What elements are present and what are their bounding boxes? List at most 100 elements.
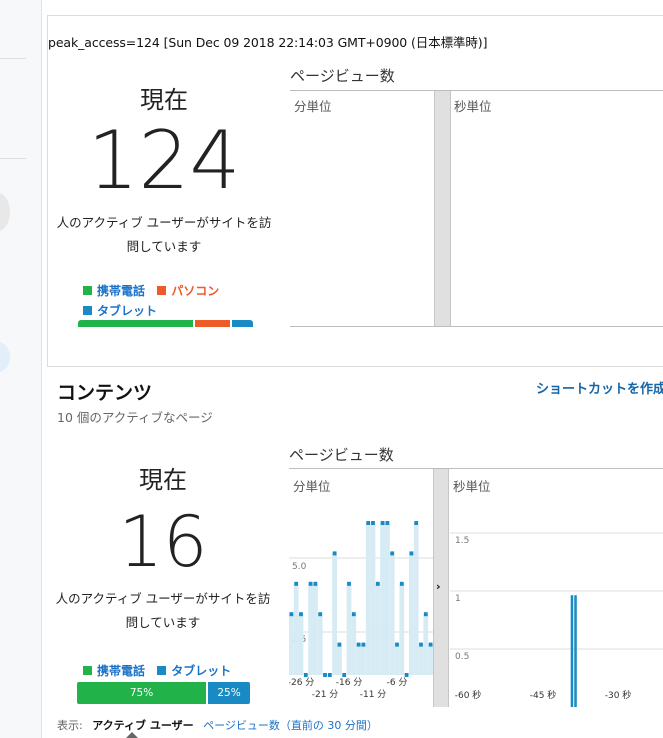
legend-swatch xyxy=(83,286,92,295)
minute-bar[interactable] xyxy=(303,673,308,677)
legend-label: 携帯電話 xyxy=(97,284,146,298)
legend-label: 携帯電話 xyxy=(97,664,146,678)
minute-bar-fill xyxy=(361,644,366,675)
legend-item-tablet[interactable]: タブレット xyxy=(157,662,231,679)
peak-access-text: peak_access=124 [Sun Dec 09 2018 22:14:0… xyxy=(48,35,488,50)
active-user-count: 124 xyxy=(87,114,241,207)
legend-swatch xyxy=(157,286,167,295)
y-tick-label: 1.5 xyxy=(455,536,469,546)
legend-item-desktop[interactable]: パソコン xyxy=(157,282,219,299)
minute-bar-fill xyxy=(409,553,414,675)
second-bar[interactable] xyxy=(570,595,574,707)
chart-baseline xyxy=(290,326,663,327)
minute-bar[interactable] xyxy=(356,642,361,647)
minute-bar[interactable] xyxy=(351,612,356,617)
overview-panel: peak_access=124 [Sun Dec 09 2018 22:14:0… xyxy=(47,15,663,367)
rail-nav-icon[interactable] xyxy=(0,193,10,231)
minute-bar-fill xyxy=(375,583,381,675)
minute-bar-fill xyxy=(365,523,371,675)
minute-bar-fill xyxy=(308,583,313,675)
minute-bar[interactable] xyxy=(423,612,428,617)
minute-bar[interactable] xyxy=(323,673,327,677)
minute-bar[interactable] xyxy=(428,642,433,647)
view-switcher: 表示: アクティブ ユーザー ページビュー数（直前の 30 分間） xyxy=(57,717,378,733)
share-segment-mobile: 75% xyxy=(77,682,206,704)
minute-bar[interactable] xyxy=(332,551,337,556)
x-tick-label: -45 秒 xyxy=(530,689,557,701)
minute-bar[interactable] xyxy=(361,642,366,647)
minute-bar-fill xyxy=(413,523,419,675)
share-segment-mobile xyxy=(78,320,193,327)
second-bar[interactable] xyxy=(574,595,577,707)
active-user-count: 16 xyxy=(118,501,208,583)
create-shortcut-link[interactable]: ショートカットを作成 xyxy=(536,378,663,397)
chevron-right-icon[interactable]: › xyxy=(436,580,441,593)
minute-bar[interactable] xyxy=(294,581,299,586)
minute-bar[interactable] xyxy=(289,612,294,617)
legend-item-mobile[interactable]: 携帯電話 xyxy=(83,282,145,299)
minute-bar-fill xyxy=(423,614,429,675)
minute-bar-fill xyxy=(313,583,318,675)
per-minute-label: 分単位 xyxy=(294,99,332,114)
content-pageview-chart-title: ページビュー数 xyxy=(289,446,394,464)
minute-bar-fill xyxy=(317,614,323,675)
minute-bar-fill xyxy=(289,614,294,675)
view-pageviews-link[interactable]: ページビュー数（直前の 30 分間） xyxy=(203,719,378,732)
minute-bar[interactable] xyxy=(366,521,371,525)
minute-bar[interactable] xyxy=(414,521,419,525)
legend-item-mobile[interactable]: 携帯電話 xyxy=(83,662,145,679)
legend-item-tablet[interactable]: タブレット xyxy=(83,302,157,319)
now-label: 現在 xyxy=(139,466,187,494)
view-active-users[interactable]: アクティブ ユーザー xyxy=(92,719,193,732)
minute-bar[interactable] xyxy=(308,581,313,586)
minute-bar[interactable] xyxy=(318,612,323,617)
minute-bar-fill xyxy=(356,644,361,675)
x-tick-label: -30 秒 xyxy=(605,689,632,701)
minute-bar[interactable] xyxy=(342,673,347,677)
minute-bar-fill xyxy=(380,523,385,675)
content-section-subtitle: 10 個のアクティブなページ xyxy=(57,410,213,425)
minute-bar[interactable] xyxy=(404,673,409,677)
device-legend: 携帯電話 パソコン タブレット xyxy=(83,282,263,319)
description-line: 人のアクティブ ユーザーがサイトを訪 xyxy=(56,215,272,230)
minute-bar[interactable] xyxy=(419,642,423,647)
share-segment-tablet: 25% xyxy=(208,682,250,704)
minute-bar[interactable] xyxy=(347,581,351,586)
rail-divider xyxy=(0,158,26,159)
content-device-share-bar: 75% 25% xyxy=(77,682,250,704)
minute-bar[interactable] xyxy=(299,612,303,617)
legend-swatch xyxy=(157,666,167,675)
minute-bar[interactable] xyxy=(385,521,390,525)
minute-bar[interactable] xyxy=(371,521,375,525)
x-tick-label: -60 秒 xyxy=(455,689,482,701)
minute-bar-fill xyxy=(394,644,400,675)
minute-bar[interactable] xyxy=(313,581,318,586)
minute-bar-fill xyxy=(418,644,424,675)
minute-bar-fill xyxy=(298,614,304,675)
rail-divider xyxy=(0,58,26,59)
per-second-chart: 1.5 1 0.5 -60 秒 -45 秒 -30 秒 xyxy=(450,532,663,707)
rail-nav-icon-active[interactable] xyxy=(0,342,10,372)
minute-bar[interactable] xyxy=(395,642,399,647)
minute-bar-fill xyxy=(351,614,357,675)
legend-swatch xyxy=(83,666,92,675)
minute-bar[interactable] xyxy=(375,581,380,586)
x-tick-label: -26 分 xyxy=(289,677,314,688)
legend-label: タブレット xyxy=(97,304,158,318)
minute-bar[interactable] xyxy=(327,673,332,677)
legend-label: タブレット xyxy=(171,664,232,678)
overview-now-block: 現在 124 人のアクティブ ユーザーがサイトを訪 問しています xyxy=(48,80,280,259)
minute-bars xyxy=(289,521,433,677)
minute-bar-fill xyxy=(370,523,376,675)
share-segment-desktop xyxy=(195,320,230,327)
x-tick-label: -21 分 xyxy=(312,689,339,700)
minute-bar[interactable] xyxy=(337,642,342,647)
minute-bar-fill xyxy=(399,583,405,675)
minute-bar[interactable] xyxy=(390,551,395,556)
minute-bar[interactable] xyxy=(409,551,414,556)
share-segment-tablet xyxy=(232,320,253,327)
minute-bar[interactable] xyxy=(380,521,385,525)
active-users-description: 人のアクティブ ユーザーがサイトを訪 問しています xyxy=(48,211,280,259)
minute-bar[interactable] xyxy=(399,581,404,586)
device-share-bar xyxy=(78,320,253,327)
